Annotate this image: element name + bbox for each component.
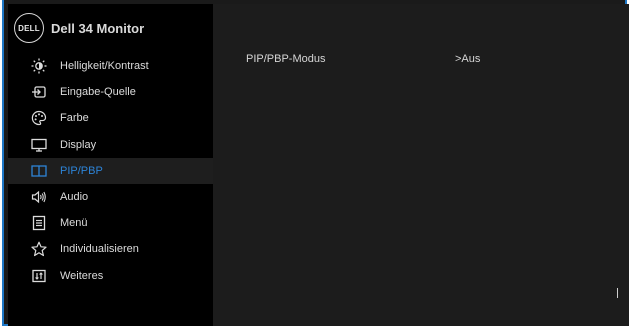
menu-item-label: Audio [60, 191, 89, 204]
osd-menu: Helligkeit/Kontrast Eingabe-Quelle Farbe [8, 53, 213, 289]
menu-item-label: Helligkeit/Kontrast [60, 60, 149, 73]
pip-pbp-mode-label[interactable]: PIP/PBP-Modus [246, 53, 325, 65]
menu-item-label: Display [60, 138, 97, 151]
monitor-osd-frame: DELL Dell 34 Monitor Helligkeit/Kontrast… [2, 0, 629, 326]
input-source-icon [30, 83, 48, 101]
menu-item-color[interactable]: Farbe [8, 105, 213, 131]
others-icon [30, 267, 48, 285]
menu-item-label: Eingabe-Quelle [60, 86, 136, 99]
menu-icon [30, 214, 48, 232]
divider-mark [617, 288, 618, 298]
osd-window: DELL Dell 34 Monitor Helligkeit/Kontrast… [8, 4, 629, 326]
menu-item-pip-pbp[interactable]: PIP/PBP [8, 157, 213, 184]
monitor-title: Dell 34 Monitor [51, 20, 145, 36]
brightness-icon [30, 57, 48, 75]
star-icon [30, 240, 48, 258]
menu-item-label: Individualisieren [60, 243, 139, 256]
menu-item-personalize[interactable]: Individualisieren [8, 236, 213, 262]
pip-pbp-icon [30, 162, 48, 180]
osd-sidebar: DELL Dell 34 Monitor Helligkeit/Kontrast… [8, 4, 213, 326]
osd-header: DELL Dell 34 Monitor [14, 11, 204, 45]
osd-main-panel: PIP/PBP-Modus >Aus [213, 4, 629, 326]
dell-logo: DELL [14, 13, 44, 43]
menu-item-label: PIP/PBP [60, 164, 103, 177]
menu-item-label: Farbe [60, 112, 89, 125]
menu-item-menu[interactable]: Menü [8, 210, 213, 236]
menu-item-label: Menü [60, 217, 88, 230]
logo-text: DELL [18, 23, 40, 33]
menu-item-label: Weiteres [60, 269, 104, 282]
display-icon [30, 136, 48, 154]
menu-item-display[interactable]: Display [8, 132, 213, 158]
color-palette-icon [30, 109, 48, 127]
menu-item-audio[interactable]: Audio [8, 184, 213, 210]
menu-item-input-source[interactable]: Eingabe-Quelle [8, 79, 213, 105]
pip-pbp-mode-value[interactable]: >Aus [455, 53, 480, 65]
menu-item-brightness-contrast[interactable]: Helligkeit/Kontrast [8, 53, 213, 79]
speaker-icon [30, 188, 48, 206]
menu-item-others[interactable]: Weiteres [8, 263, 213, 289]
